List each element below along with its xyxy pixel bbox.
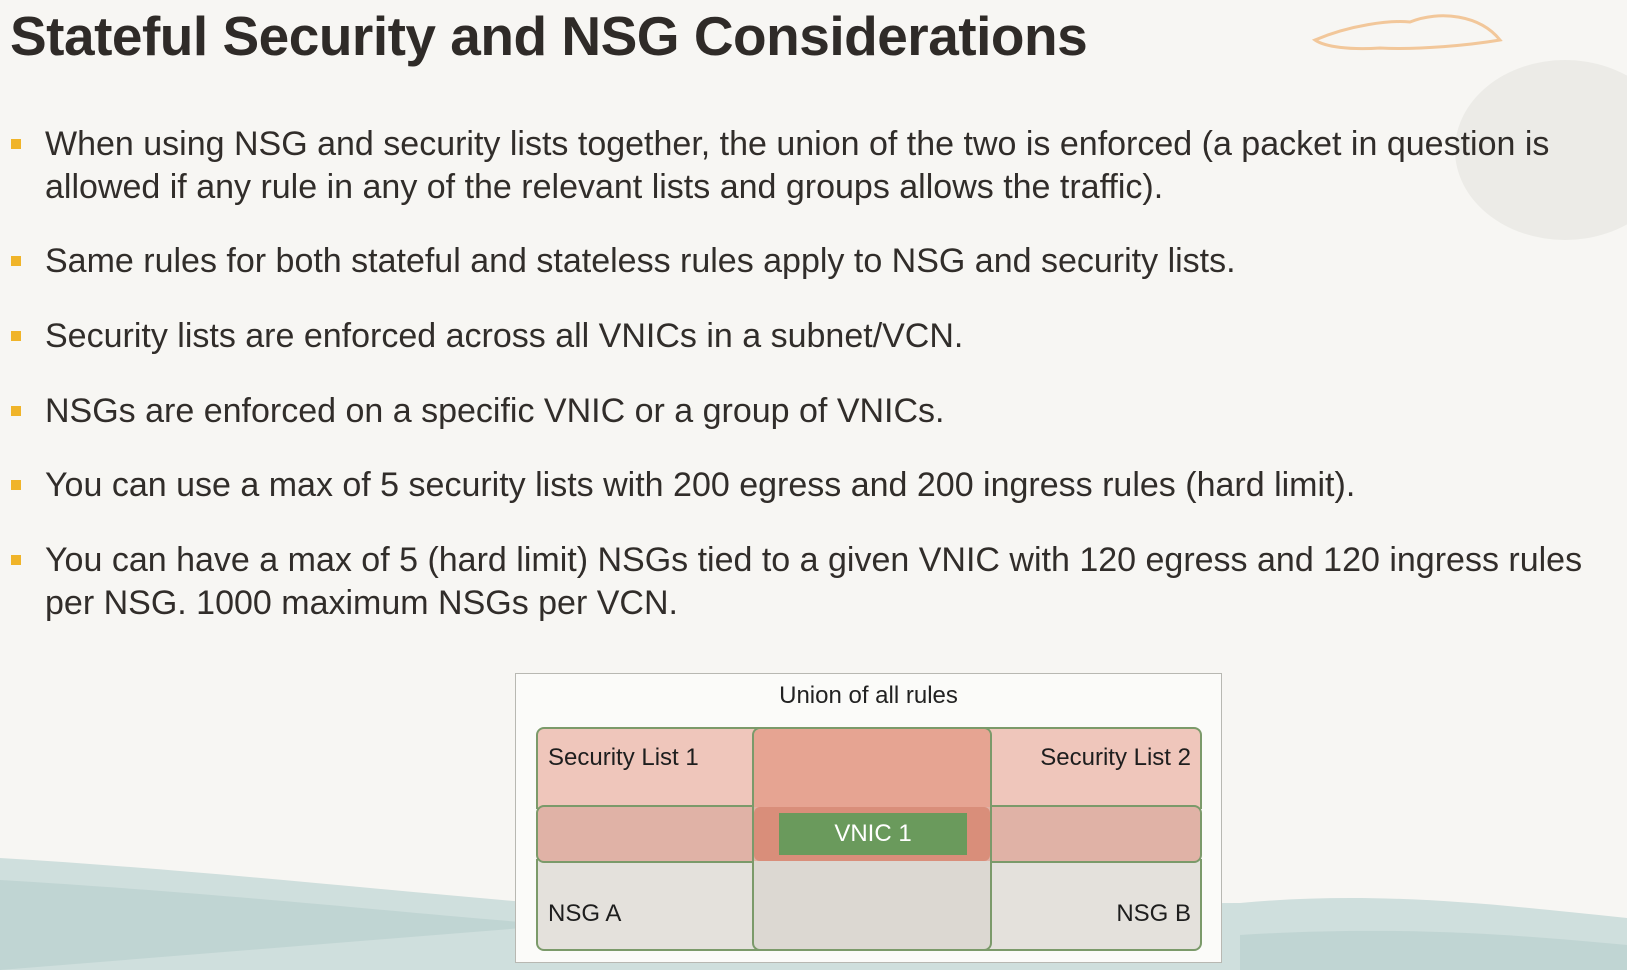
bullet-item: Security lists are enforced across all V… (11, 315, 1625, 358)
bullet-text: You can use a max of 5 security lists wi… (45, 466, 1356, 504)
nsg-b-label: NSG B (1116, 900, 1191, 927)
bullet-marker-icon (11, 331, 21, 341)
bullet-marker-icon (11, 480, 21, 490)
security-list-2-label: Security List 2 (1040, 744, 1191, 771)
bullet-item: You can use a max of 5 security lists wi… (11, 464, 1625, 507)
bullet-text: Security lists are enforced across all V… (45, 317, 964, 355)
diagram-title: Union of all rules (779, 682, 958, 709)
bullet-marker-icon (11, 256, 21, 266)
bullet-text: Same rules for both stateful and statele… (45, 242, 1236, 280)
bullet-text: When using NSG and security lists togeth… (45, 125, 1550, 206)
bullet-item: You can have a max of 5 (hard limit) NSG… (11, 539, 1625, 625)
bullet-item: NSGs are enforced on a specific VNIC or … (11, 390, 1625, 433)
security-list-1-label: Security List 1 (548, 744, 699, 771)
union-rules-diagram: Union of all rules VNIC 1 Security List … (515, 673, 1222, 963)
bullet-text: NSGs are enforced on a specific VNIC or … (45, 392, 945, 430)
nsg-a-label: NSG A (548, 900, 622, 927)
slide-title: Stateful Security and NSG Considerations (10, 5, 1088, 67)
bullet-item: When using NSG and security lists togeth… (11, 123, 1625, 209)
bullet-marker-icon (11, 555, 21, 565)
vnic-box: VNIC 1 (779, 813, 967, 855)
bullet-marker-icon (11, 139, 21, 149)
bullet-item: Same rules for both stateful and statele… (11, 240, 1625, 283)
bullet-marker-icon (11, 406, 21, 416)
bullet-text: You can have a max of 5 (hard limit) NSG… (45, 541, 1583, 622)
